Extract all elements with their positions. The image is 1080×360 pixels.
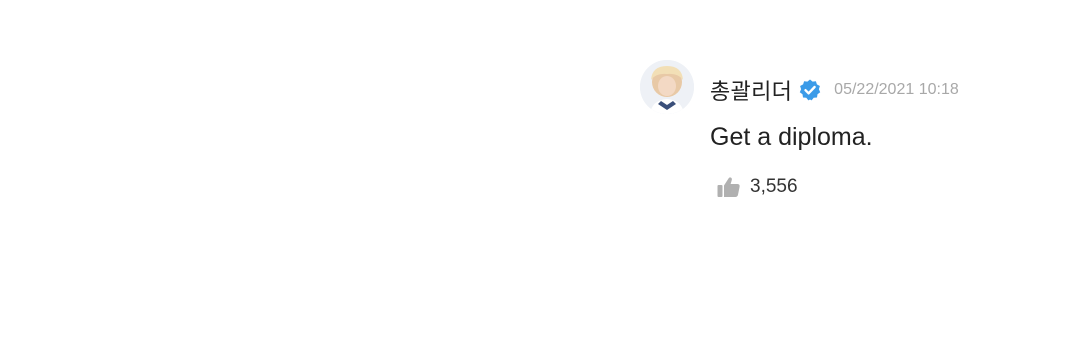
author-name[interactable]: 총괄리더 (710, 74, 792, 106)
comment-timestamp: 05/22/2021 10:18 (834, 81, 959, 98)
verified-badge-icon (798, 78, 822, 102)
avatar[interactable] (640, 60, 694, 114)
comment-text: Get a diploma. (710, 123, 873, 151)
comment-header: 총괄리더 05/22/2021 10:18 (710, 74, 959, 106)
like-row: 3,556 (716, 174, 798, 200)
avatar-image (640, 60, 694, 114)
comment-card: 총괄리더 05/22/2021 10:18 Get a diploma. 3,5… (640, 60, 1060, 210)
thumbs-up-icon[interactable] (716, 174, 742, 200)
like-count: 3,556 (750, 176, 798, 197)
